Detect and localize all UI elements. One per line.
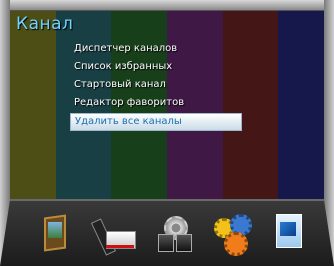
- channel-screen: Канал Диспетчер каналов Список избранных…: [0, 0, 334, 266]
- menu-item-startup-channel[interactable]: Стартовый канал: [70, 76, 242, 94]
- gear-orange: [224, 232, 248, 256]
- floor-edge: [10, 199, 324, 201]
- menu-item-favorites-editor[interactable]: Редактор фаворитов: [70, 94, 242, 112]
- frame-top: [0, 0, 334, 11]
- document-graphic: [280, 222, 296, 236]
- lens-left: [158, 234, 174, 252]
- page-title: Канал: [16, 14, 74, 34]
- media-icon[interactable]: [40, 210, 68, 252]
- recorder-icon[interactable]: [90, 215, 136, 257]
- menu-item-channel-manager[interactable]: Диспетчер каналов: [70, 40, 242, 58]
- channel-menu: Диспетчер каналов Список избранных Старт…: [70, 40, 242, 131]
- gears-icon[interactable]: [214, 214, 252, 256]
- binoculars-icon[interactable]: [156, 216, 192, 252]
- menu-item-favorites-list[interactable]: Список избранных: [70, 58, 242, 76]
- settings-document-icon[interactable]: [274, 212, 304, 250]
- receiver-stripe: [106, 245, 134, 248]
- menu-item-delete-all-channels[interactable]: Удалить все каналы: [70, 113, 242, 131]
- picture-shape: [48, 222, 62, 238]
- lens-right: [176, 234, 192, 252]
